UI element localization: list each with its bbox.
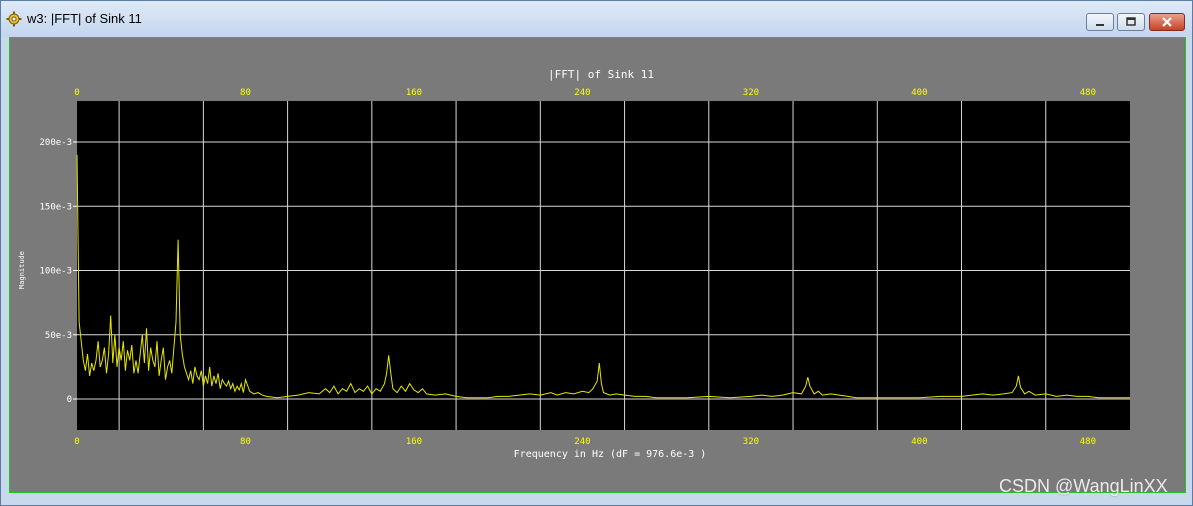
x-axis-bottom: 0 80 160 240 320 400 480 bbox=[74, 437, 1096, 447]
x-tick-label-top: 240 bbox=[574, 88, 590, 98]
x-tick-label-bottom: 320 bbox=[743, 437, 759, 447]
watermark: CSDN @WangLinXX bbox=[999, 476, 1168, 496]
x-tick-label-bottom: 0 bbox=[74, 437, 79, 447]
y-axis: 0 50e-3 100e-3 150e-3 200e-3 bbox=[39, 138, 77, 405]
x-tick-label-bottom: 80 bbox=[240, 437, 251, 447]
chart-title: |FFT| of Sink 11 bbox=[548, 68, 654, 81]
x-tick-label-top: 80 bbox=[240, 88, 251, 98]
gear-icon[interactable] bbox=[6, 11, 22, 27]
close-icon bbox=[1162, 17, 1172, 27]
x-axis-label: Frequency in Hz (dF = 976.6e-3 ) bbox=[514, 449, 707, 460]
x-tick-label-top: 320 bbox=[743, 88, 759, 98]
y-tick-label: 50e-3 bbox=[45, 331, 72, 341]
x-tick-label-top: 0 bbox=[74, 88, 79, 98]
minimize-icon bbox=[1096, 24, 1104, 26]
x-tick-label-top: 400 bbox=[911, 88, 927, 98]
maximize-icon bbox=[1126, 17, 1136, 26]
y-axis-label: Magnitude bbox=[18, 251, 26, 289]
y-tick-label: 200e-3 bbox=[39, 138, 72, 148]
window-title: w3: |FFT| of Sink 11 bbox=[27, 11, 142, 26]
y-tick-label: 0 bbox=[67, 395, 72, 405]
maximize-button[interactable] bbox=[1117, 13, 1145, 31]
x-axis-top: 0 80 160 240 320 400 480 bbox=[74, 88, 1096, 98]
x-tick-label-bottom: 160 bbox=[406, 437, 422, 447]
plot-area[interactable] bbox=[77, 101, 1130, 430]
x-tick-label-bottom: 480 bbox=[1080, 437, 1096, 447]
fft-window: w3: |FFT| of Sink 11 0 50e-3 100e-3 150e-3 2… bbox=[0, 0, 1193, 506]
fft-chart: 0 50e-3 100e-3 150e-3 200e-3 0 80 160 240 320 400… bbox=[18, 68, 1130, 460]
x-tick-label-top: 480 bbox=[1080, 88, 1096, 98]
x-tick-label-bottom: 400 bbox=[911, 437, 927, 447]
y-tick-label: 100e-3 bbox=[39, 267, 72, 277]
x-tick-label-top: 160 bbox=[406, 88, 422, 98]
plot-frame: 0 50e-3 100e-3 150e-3 200e-3 0 80 160 240 320 400… bbox=[9, 37, 1186, 493]
minimize-button[interactable] bbox=[1086, 13, 1114, 31]
y-tick-label: 150e-3 bbox=[39, 202, 72, 212]
x-tick-label-bottom: 240 bbox=[574, 437, 590, 447]
title-bar[interactable]: w3: |FFT| of Sink 11 bbox=[1, 1, 1192, 37]
close-button[interactable] bbox=[1149, 13, 1185, 31]
